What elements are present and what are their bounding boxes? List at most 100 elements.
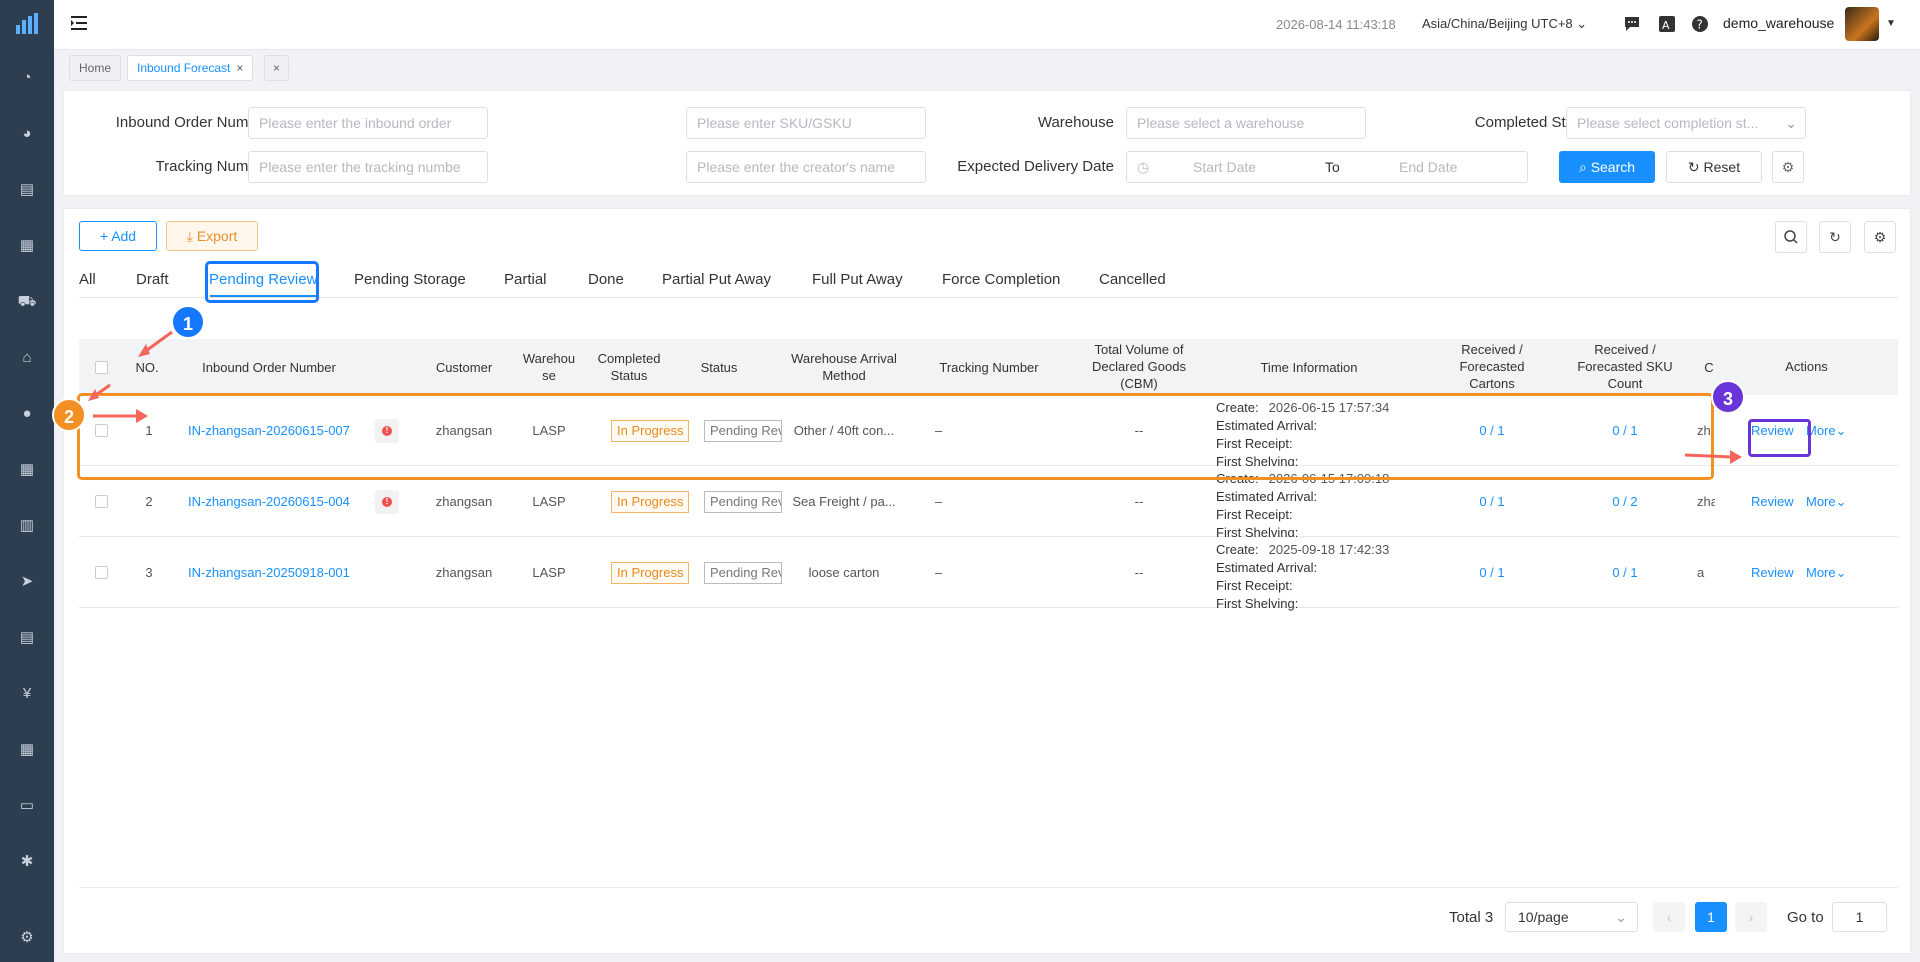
cartons-link[interactable]: 0 / 1: [1442, 565, 1542, 580]
next-page-button[interactable]: ›: [1735, 902, 1767, 932]
app-logo-icon[interactable]: [15, 13, 39, 35]
gear-icon[interactable]: ⚙: [17, 928, 37, 948]
page-tab-home[interactable]: Home: [69, 55, 122, 81]
grid-icon[interactable]: ▦: [17, 460, 37, 480]
report-icon[interactable]: ▤: [17, 628, 37, 648]
inbound-order-input[interactable]: Please enter the inbound order: [248, 107, 488, 139]
tab-partial-put-away[interactable]: Partial Put Away: [662, 271, 771, 288]
tab-partial[interactable]: Partial: [504, 271, 547, 288]
time-info: Create: 2026-06-15 17:09:18 Estimated Arr…: [1216, 471, 1390, 540]
table-icon[interactable]: ▥: [17, 516, 37, 536]
chevron-down-icon: ⌄: [1785, 115, 1797, 131]
close-all-tabs-button[interactable]: ×: [264, 55, 290, 81]
select-all-checkbox[interactable]: [95, 361, 108, 374]
col-actions: Actions: [1715, 339, 1898, 395]
tab-done[interactable]: Done: [588, 271, 624, 288]
page-tab-inbound-forecast[interactable]: Inbound Forecast ×: [127, 55, 254, 81]
cartons-link[interactable]: 0 / 1: [1442, 423, 1542, 438]
table-refresh-button[interactable]: ↻: [1819, 221, 1851, 253]
tabs-divider: [79, 297, 1898, 298]
sku-count-link[interactable]: 0 / 2: [1565, 494, 1685, 509]
tab-pending-review[interactable]: Pending Review: [209, 271, 317, 288]
annotation-badge-2: 2: [52, 398, 86, 432]
more-button[interactable]: More⌄: [1806, 494, 1847, 510]
row-checkbox[interactable]: [95, 424, 108, 437]
add-button[interactable]: + Add: [79, 221, 157, 251]
completed-status-select[interactable]: Please select completion st... ⌄: [1566, 107, 1806, 139]
order-number-link[interactable]: IN-zhangsan-20250918-001: [188, 565, 368, 580]
menu-toggle-icon[interactable]: [70, 14, 88, 32]
row-checkbox[interactable]: [95, 566, 108, 579]
settings-icon[interactable]: ✱: [17, 852, 37, 872]
tracking-input[interactable]: Please enter the tracking numbe: [248, 151, 488, 183]
store-icon[interactable]: ▭: [17, 796, 37, 816]
cartons-link[interactable]: 0 / 1: [1442, 494, 1542, 509]
yuan-icon[interactable]: ¥: [17, 684, 37, 704]
page-1-button[interactable]: 1: [1695, 902, 1727, 932]
apps-icon[interactable]: ▦: [17, 236, 37, 256]
table-settings-button[interactable]: ⚙: [1864, 221, 1896, 253]
user-menu-caret-icon[interactable]: ▼: [1886, 18, 1896, 29]
tab-cancelled[interactable]: Cancelled: [1099, 271, 1166, 288]
pagination-total: Total 3: [1449, 909, 1494, 926]
col-sku-count: Received / Forecasted SKU Count: [1577, 342, 1673, 391]
order-number-link[interactable]: IN-zhangsan-20260615-007: [188, 423, 368, 438]
avatar[interactable]: [1845, 7, 1879, 41]
status-badge: Pending Review: [704, 491, 782, 513]
reset-button[interactable]: ↻ Reset: [1666, 151, 1762, 183]
cart-icon[interactable]: ⛟: [17, 292, 37, 312]
page-tabs-bar: Home Inbound Forecast × ×: [54, 51, 1920, 85]
annotation-badge-1: 1: [171, 305, 205, 339]
message-icon[interactable]: [1622, 14, 1642, 34]
sidebar: ◔ ◕ ▤ ▦ ⛟ ⌂ ● ▦ ▥ ➤ ▤ ¥ ▦ ▭ ✱ ⚙: [0, 0, 54, 962]
alert-icon[interactable]: !: [375, 419, 399, 443]
warehouse-select[interactable]: Please select a warehouse: [1126, 107, 1366, 139]
svg-text:?: ?: [1697, 18, 1703, 32]
globe-icon[interactable]: ◕: [17, 124, 37, 144]
tab-force-completion[interactable]: Force Completion: [942, 271, 1060, 288]
home-icon[interactable]: ⌂: [17, 348, 37, 368]
alert-icon[interactable]: !: [375, 490, 399, 514]
goto-page-input[interactable]: 1: [1832, 902, 1887, 932]
page-size-select[interactable]: 10/page ⌄: [1505, 902, 1638, 932]
username[interactable]: demo_warehouse: [1723, 15, 1834, 31]
chevron-down-icon: ⌄: [1615, 909, 1627, 925]
col-customer: Customer: [435, 360, 493, 375]
prev-page-button[interactable]: ‹: [1653, 902, 1685, 932]
send-icon[interactable]: ➤: [17, 572, 37, 592]
delivery-date-range[interactable]: ◷ Start Date To End Date: [1126, 151, 1528, 183]
tab-pending-storage[interactable]: Pending Storage: [354, 271, 466, 288]
plus-icon: +: [99, 228, 109, 244]
tab-draft[interactable]: Draft: [136, 271, 169, 288]
export-button[interactable]: ⤓ Export: [166, 221, 258, 251]
review-button[interactable]: Review: [1751, 423, 1794, 438]
modules-icon[interactable]: ▦: [17, 740, 37, 760]
table-search-button[interactable]: [1775, 221, 1807, 253]
translate-icon[interactable]: A: [1657, 14, 1677, 34]
tab-full-put-away[interactable]: Full Put Away: [812, 271, 903, 288]
tab-all[interactable]: All: [79, 271, 96, 288]
row-checkbox[interactable]: [95, 495, 108, 508]
document-icon[interactable]: ▤: [17, 180, 37, 200]
user-icon[interactable]: ●: [17, 404, 37, 424]
timezone-select[interactable]: Asia/China/Beijing UTC+8 ⌄: [1422, 16, 1587, 32]
review-button[interactable]: Review: [1751, 565, 1794, 580]
gear-icon: ⚙: [1781, 159, 1795, 175]
close-tab-icon[interactable]: ×: [236, 61, 243, 75]
order-number-link[interactable]: IN-zhangsan-20260615-004: [188, 494, 368, 509]
creator-input[interactable]: Please enter the creator's name: [686, 151, 926, 183]
table-row: 1 IN-zhangsan-20260615-007 ! zhangsan LA…: [79, 395, 1898, 469]
help-icon[interactable]: ?: [1690, 14, 1710, 34]
review-button[interactable]: Review: [1751, 494, 1794, 509]
top-bar: 2026-08-14 11:43:18 Asia/China/Beijing U…: [54, 0, 1920, 50]
sku-count-link[interactable]: 0 / 1: [1565, 423, 1685, 438]
sku-input[interactable]: Please enter SKU/GSKU: [686, 107, 926, 139]
search-button[interactable]: ⌕ Search: [1559, 151, 1655, 183]
more-button[interactable]: More⌄: [1806, 423, 1847, 439]
more-button[interactable]: More⌄: [1806, 565, 1847, 581]
filter-settings-button[interactable]: ⚙: [1772, 151, 1804, 183]
dashboard-icon[interactable]: ◔: [17, 68, 37, 88]
sku-count-link[interactable]: 0 / 1: [1565, 565, 1685, 580]
warehouse-label: Warehouse: [1037, 114, 1114, 131]
col-tracking: Tracking Number: [939, 360, 1039, 375]
